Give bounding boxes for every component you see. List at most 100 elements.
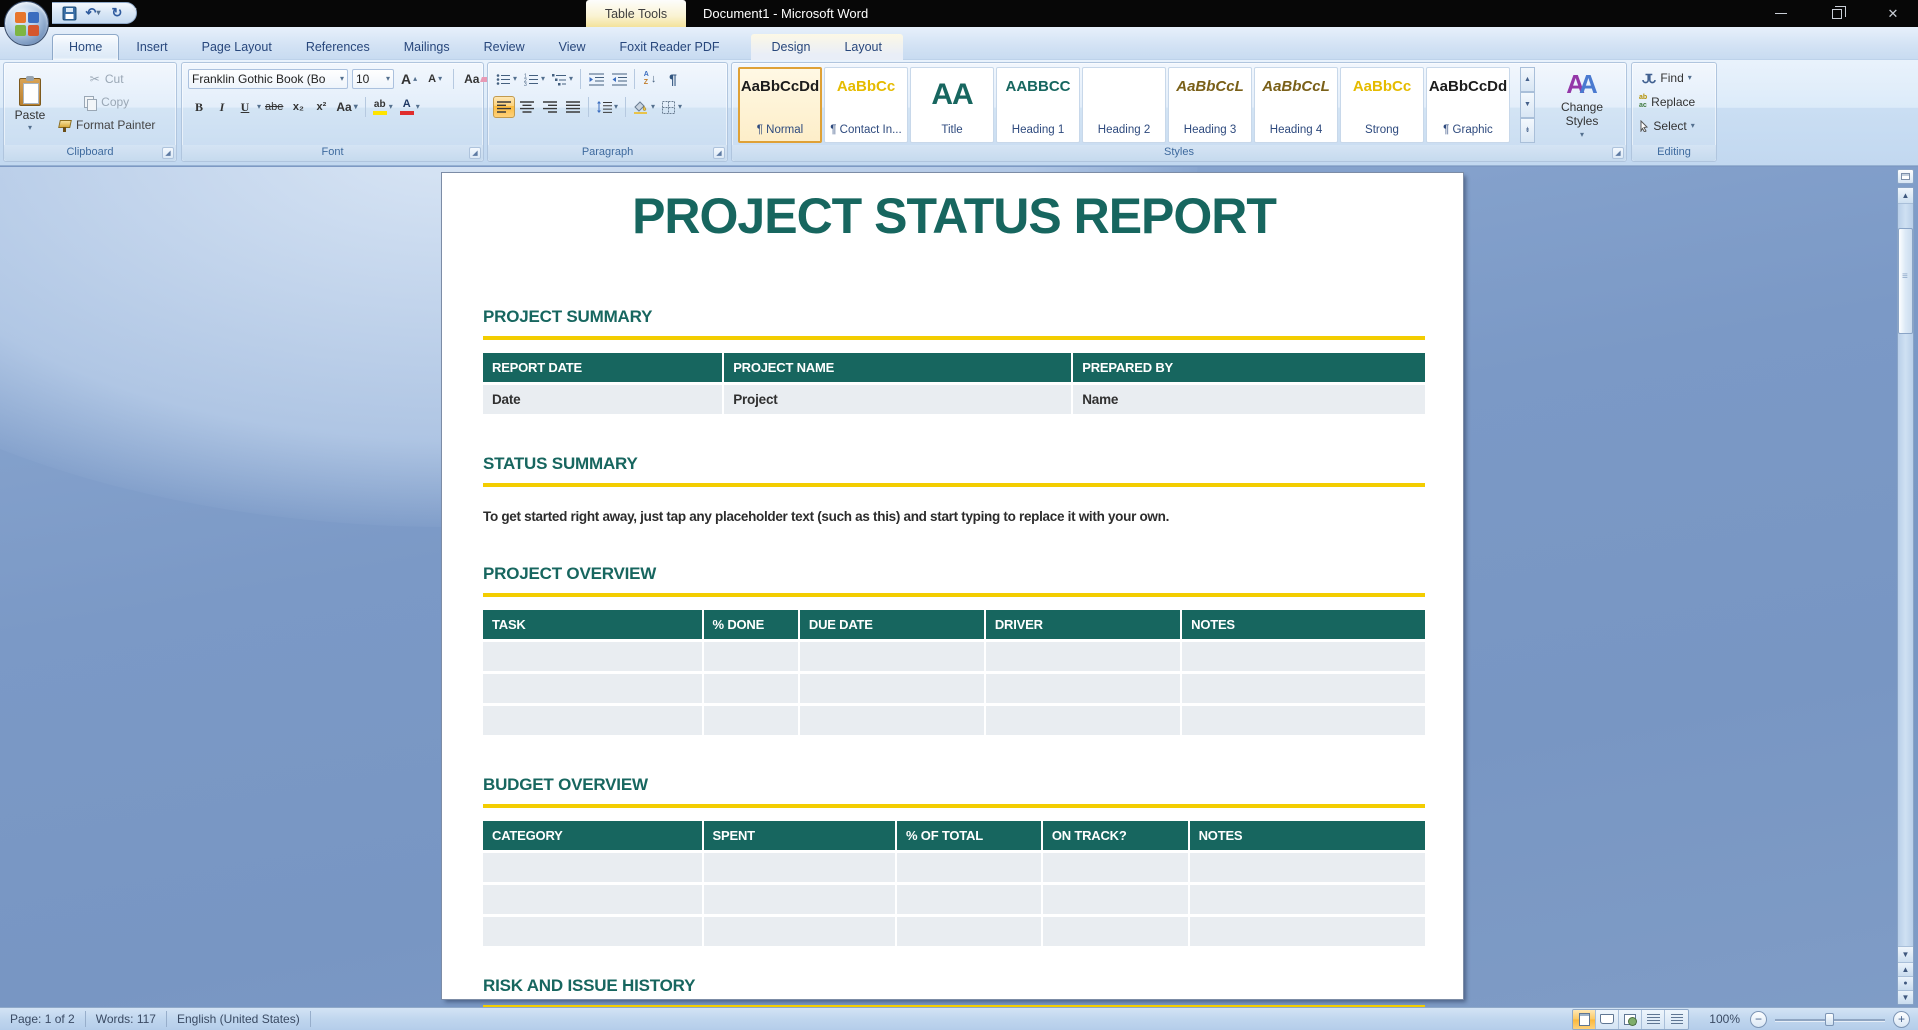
font-family-combo[interactable]: Franklin Gothic Book (Bo ▾ [188, 69, 348, 89]
decrease-indent-button[interactable] [585, 68, 607, 90]
bold-button[interactable]: B [188, 96, 210, 118]
draft-view-button[interactable] [1665, 1010, 1688, 1029]
next-page-button[interactable]: ▼ [1898, 990, 1913, 1004]
summary-header-prepared-by[interactable]: PREPARED BY [1073, 353, 1425, 382]
styles-gallery-scroll-up[interactable]: ▲ [1520, 67, 1535, 92]
increase-indent-button[interactable] [608, 68, 630, 90]
tab-insert[interactable]: Insert [119, 34, 184, 60]
tab-design[interactable]: Design [755, 34, 828, 60]
italic-button[interactable]: I [211, 96, 233, 118]
summary-cell-name[interactable]: Name [1073, 385, 1425, 414]
change-styles-button[interactable]: AA Change Styles ▾ [1544, 67, 1620, 143]
overview-header-done[interactable]: % DONE [704, 610, 798, 639]
project-overview-heading[interactable]: PROJECT OVERVIEW [483, 564, 1425, 584]
overview-header-driver[interactable]: DRIVER [986, 610, 1180, 639]
summary-header-report-date[interactable]: REPORT DATE [483, 353, 722, 382]
status-summary-heading[interactable]: STATUS SUMMARY [483, 454, 1425, 474]
sort-button[interactable]: AZ ↓ [639, 68, 661, 90]
tab-page-layout[interactable]: Page Layout [185, 34, 289, 60]
shrink-font-button[interactable]: A▾ [424, 68, 446, 90]
restore-button[interactable] [1822, 4, 1852, 24]
paragraph-dialog-launcher[interactable]: ◢ [713, 147, 725, 159]
align-left-button[interactable] [493, 96, 515, 118]
format-painter-button[interactable]: Format Painter [54, 115, 159, 135]
numbering-button[interactable]: 123 ▾ [521, 68, 548, 90]
paste-button[interactable]: Paste ▾ [9, 67, 51, 143]
select-button[interactable]: Select▾ [1636, 116, 1698, 136]
budget-header-category[interactable]: CATEGORY [483, 821, 702, 850]
scrollbar-thumb[interactable] [1898, 228, 1913, 334]
style-heading-2[interactable]: Heading 2 [1082, 67, 1166, 143]
underline-dropdown-icon[interactable]: ▾ [257, 103, 261, 111]
font-color-button[interactable]: A ▾ [397, 96, 423, 118]
superscript-button[interactable]: x² [310, 96, 332, 118]
zoom-level[interactable]: 100% [1701, 1012, 1748, 1026]
scrollbar-track[interactable] [1898, 204, 1913, 946]
line-spacing-button[interactable]: ▾ [593, 96, 621, 118]
borders-button[interactable]: ▾ [659, 96, 685, 118]
align-center-button[interactable] [516, 96, 538, 118]
summary-cell-project[interactable]: Project [724, 385, 1071, 414]
project-summary-heading[interactable]: PROJECT SUMMARY [483, 307, 1425, 327]
tab-mailings[interactable]: Mailings [387, 34, 467, 60]
style-contact-info[interactable]: AaBbCc ¶ Contact In... [824, 67, 908, 143]
show-hide-pilcrow-button[interactable]: ¶ [662, 68, 684, 90]
undo-button[interactable]: ↶▾ [84, 4, 102, 22]
styles-dialog-launcher[interactable]: ◢ [1612, 147, 1624, 159]
strikethrough-button[interactable]: abe [262, 96, 286, 118]
full-screen-reading-view-button[interactable] [1596, 1010, 1619, 1029]
cut-button[interactable]: ✂ Cut [54, 69, 159, 89]
subscript-button[interactable]: x₂ [287, 96, 309, 118]
style-heading-1[interactable]: AABBCC Heading 1 [996, 67, 1080, 143]
language-indicator[interactable]: English (United States) [167, 1008, 310, 1030]
page-indicator[interactable]: Page: 1 of 2 [0, 1008, 85, 1030]
tab-review[interactable]: Review [467, 34, 542, 60]
shading-button[interactable]: ▾ [630, 96, 658, 118]
style-graphic[interactable]: AaBbCcDd ¶ Graphic [1426, 67, 1510, 143]
font-dialog-launcher[interactable]: ◢ [469, 147, 481, 159]
summary-header-project-name[interactable]: PROJECT NAME [724, 353, 1071, 382]
change-case-button[interactable]: Aa▾ [333, 96, 360, 118]
overview-header-task[interactable]: TASK [483, 610, 702, 639]
ruler-toggle-button[interactable] [1897, 169, 1914, 184]
summary-cell-date[interactable]: Date [483, 385, 722, 414]
budget-header-spent[interactable]: SPENT [704, 821, 895, 850]
outline-view-button[interactable] [1642, 1010, 1665, 1029]
copy-button[interactable]: Copy [54, 92, 159, 112]
budget-header-notes[interactable]: NOTES [1190, 821, 1425, 850]
multilevel-list-button[interactable]: ▾ [549, 68, 576, 90]
select-browse-object-button[interactable]: ● [1898, 976, 1913, 990]
font-size-combo[interactable]: 10 ▾ [352, 69, 394, 89]
word-count[interactable]: Words: 117 [86, 1008, 166, 1030]
minimize-button[interactable] [1766, 4, 1796, 24]
save-button[interactable] [60, 4, 78, 22]
scroll-up-button[interactable]: ▲ [1898, 188, 1913, 204]
status-summary-text[interactable]: To get started right away, just tap any … [483, 509, 1425, 524]
print-layout-view-button[interactable] [1573, 1010, 1596, 1029]
overview-header-due-date[interactable]: DUE DATE [800, 610, 984, 639]
document-title[interactable]: PROJECT STATUS REPORT [483, 187, 1425, 245]
zoom-slider[interactable] [1775, 1011, 1885, 1028]
risk-issue-history-heading[interactable]: RISK AND ISSUE HISTORY [483, 976, 1425, 996]
zoom-slider-thumb[interactable] [1825, 1013, 1834, 1026]
web-layout-view-button[interactable] [1619, 1010, 1642, 1029]
zoom-out-button[interactable]: − [1750, 1011, 1767, 1028]
tab-references[interactable]: References [289, 34, 387, 60]
overview-header-notes[interactable]: NOTES [1182, 610, 1425, 639]
text-highlight-button[interactable]: ab ▾ [370, 96, 396, 118]
justify-button[interactable] [562, 96, 584, 118]
style-normal[interactable]: AaBbCcDd ¶ Normal [738, 67, 822, 143]
budget-header-on-track[interactable]: ON TRACK? [1043, 821, 1188, 850]
bullets-button[interactable]: ▾ [493, 68, 520, 90]
customize-qat-button[interactable]: ▾ [132, 5, 137, 16]
clipboard-dialog-launcher[interactable]: ◢ [162, 147, 174, 159]
tab-foxit-reader-pdf[interactable]: Foxit Reader PDF [602, 34, 736, 60]
style-title[interactable]: AA Title [910, 67, 994, 143]
tab-view[interactable]: View [542, 34, 603, 60]
close-button[interactable]: ✕ [1878, 4, 1908, 24]
scroll-down-button[interactable]: ▼ [1898, 946, 1913, 962]
styles-gallery-scroll-down[interactable]: ▼ [1520, 92, 1535, 117]
style-strong[interactable]: AaBbCc Strong [1340, 67, 1424, 143]
find-button[interactable]: Find▾ [1636, 68, 1698, 88]
tab-layout[interactable]: Layout [827, 34, 899, 60]
